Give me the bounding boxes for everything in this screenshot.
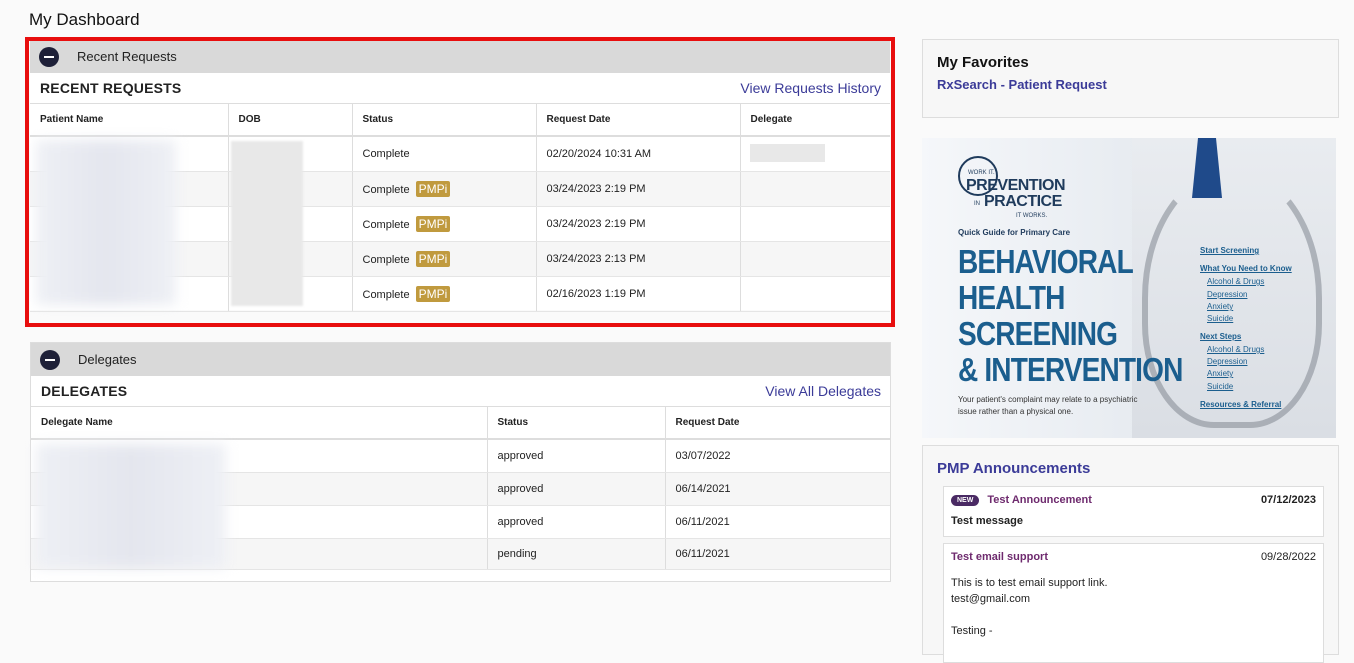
announcement-body-line: Test message bbox=[951, 515, 1023, 527]
banner-subtext: Your patient's complaint may relate to a… bbox=[958, 395, 1138, 416]
column-header-request-date[interactable]: Request Date bbox=[665, 407, 890, 440]
announcement-body-line: Testing - bbox=[951, 625, 993, 637]
favorite-link-rxsearch[interactable]: RxSearch - Patient Request bbox=[937, 77, 1324, 92]
behavioral-health-banner[interactable]: WORK IT. PREVENTION IN PRACTICE IT WORKS… bbox=[922, 138, 1336, 438]
announcement-email-link[interactable]: test@gmail.com bbox=[951, 591, 1316, 607]
collapse-icon[interactable] bbox=[40, 349, 60, 370]
announcement-header: NEW Test Announcement 07/12/2023 bbox=[951, 494, 1316, 506]
page-title: My Dashboard bbox=[29, 10, 140, 29]
announcements-panel: PMP Announcements NEW Test Announcement … bbox=[922, 445, 1339, 663]
redacted-delegate-names bbox=[36, 444, 226, 568]
delegates-panel-header[interactable]: Delegates bbox=[31, 343, 890, 376]
banner-guide-label: Quick Guide for Primary Care bbox=[958, 228, 1071, 237]
banner-nav-know-item[interactable]: Suicide bbox=[1207, 314, 1233, 323]
status-cell: approved bbox=[487, 472, 666, 506]
column-header-status[interactable]: Status bbox=[487, 407, 666, 440]
favorites-title: My Favorites bbox=[937, 54, 1029, 71]
banner-nav-know-item[interactable]: Anxiety bbox=[1207, 302, 1233, 311]
announcement-body-line: This is to test email support link. bbox=[951, 577, 1108, 589]
table-header-row: Delegate Name Status Request Date bbox=[31, 407, 890, 440]
request-date-cell: 03/07/2022 bbox=[665, 439, 890, 473]
announcement-title-link[interactable]: Test email support bbox=[951, 551, 1048, 563]
delegates-section-bar: DELEGATES View All Delegates bbox=[31, 376, 890, 407]
banner-nav-next-item[interactable]: Depression bbox=[1207, 357, 1247, 366]
banner-nav-know[interactable]: What You Need to Know bbox=[1200, 264, 1292, 273]
status-cell: approved bbox=[487, 505, 666, 539]
banner-nav-next-item[interactable]: Suicide bbox=[1207, 382, 1233, 391]
announcements-title: PMP Announcements bbox=[937, 460, 1091, 477]
request-date-cell: 06/11/2021 bbox=[665, 538, 890, 570]
banner-nav-next[interactable]: Next Steps bbox=[1200, 332, 1241, 341]
logo-line1: PREVENTION bbox=[966, 177, 1066, 194]
announcement-card: NEW Test Announcement 07/12/2023 Test me… bbox=[943, 486, 1324, 537]
favorites-panel: My Favorites RxSearch - Patient Request bbox=[922, 39, 1339, 118]
announcement-body: This is to test email support link. test… bbox=[951, 575, 1316, 639]
announcement-header: Test email support 09/28/2022 bbox=[951, 551, 1316, 563]
logo-line2: PRACTICE bbox=[984, 193, 1062, 210]
status-cell: approved bbox=[487, 439, 666, 473]
banner-nav-start[interactable]: Start Screening bbox=[1200, 246, 1259, 255]
banner-headline-1: BEHAVIORAL bbox=[958, 243, 1134, 280]
banner-nav-resources[interactable]: Resources & Referral bbox=[1200, 400, 1281, 409]
announcement-date: 07/12/2023 bbox=[1260, 494, 1316, 506]
new-badge: NEW bbox=[951, 494, 980, 506]
delegates-title: DELEGATES bbox=[41, 383, 128, 399]
status-cell: pending bbox=[487, 538, 666, 570]
announcement-date: 09/28/2022 bbox=[1260, 551, 1316, 563]
column-header-delegate-name[interactable]: Delegate Name bbox=[31, 407, 488, 440]
announcement-card: Test email support 09/28/2022 This is to… bbox=[943, 543, 1324, 663]
banner-headline-4: & INTERVENTION bbox=[958, 351, 1183, 388]
request-date-cell: 06/14/2021 bbox=[665, 472, 890, 506]
request-date-cell: 06/11/2021 bbox=[665, 505, 890, 539]
announcement-title-link[interactable]: Test Announcement bbox=[987, 494, 1092, 506]
announcement-body-line bbox=[951, 607, 1316, 623]
banner-headline-3: SCREENING bbox=[958, 315, 1118, 352]
highlight-box bbox=[25, 37, 895, 327]
view-all-delegates-link[interactable]: View All Delegates bbox=[765, 383, 881, 399]
delegates-panel-label: Delegates bbox=[78, 352, 137, 367]
banner-headline-2: HEALTH bbox=[958, 279, 1065, 316]
banner-nav-next-item[interactable]: Anxiety bbox=[1207, 369, 1233, 378]
banner-nav-know-item[interactable]: Depression bbox=[1207, 290, 1247, 299]
logo-top-text: WORK IT. bbox=[968, 170, 995, 176]
logo-in-text: IN bbox=[974, 201, 980, 207]
banner-nav-next-item[interactable]: Alcohol & Drugs bbox=[1207, 345, 1264, 354]
logo-bottom-text: IT WORKS. bbox=[1016, 213, 1048, 219]
banner-nav-know-item[interactable]: Alcohol & Drugs bbox=[1207, 277, 1264, 286]
